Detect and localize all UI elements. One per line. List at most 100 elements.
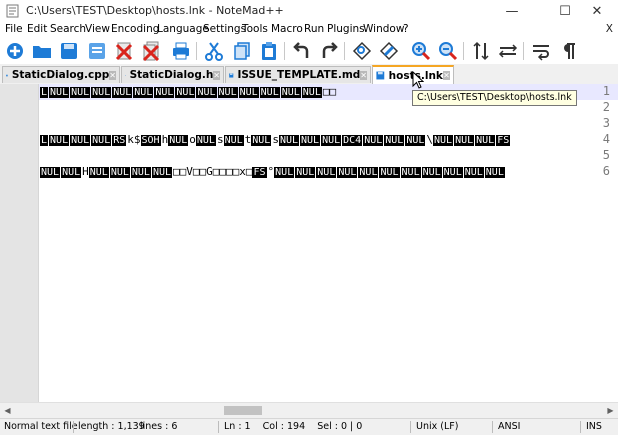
find-icon xyxy=(352,41,372,61)
control-char-token: NUL xyxy=(224,135,244,146)
menu-window[interactable]: Window xyxy=(363,23,404,35)
control-char-token: NUL xyxy=(133,87,153,98)
status-insert-mode: INS xyxy=(586,421,602,432)
close-file-button[interactable] xyxy=(113,40,135,62)
text-token: s xyxy=(217,133,224,146)
control-char-token: NUL xyxy=(196,135,216,146)
code-line[interactable]: NULNULHNULNULNULNUL□□V□□G□□□□x□FS°NULNUL… xyxy=(40,164,618,180)
tab-tooltip: C:\Users\TEST\Desktop\hosts.lnk xyxy=(412,90,577,106)
redo-button[interactable] xyxy=(318,40,340,62)
scrollbar-thumb[interactable] xyxy=(224,406,262,415)
control-char-token: L xyxy=(40,135,48,146)
control-char-token: NUL xyxy=(464,167,484,178)
menu-view[interactable]: View xyxy=(85,23,110,35)
mouse-cursor-icon xyxy=(412,71,424,89)
menu-macro[interactable]: Macro xyxy=(271,23,303,35)
control-char-token: NUL xyxy=(363,135,383,146)
toolbar-separator xyxy=(523,42,524,60)
zoom-out-button[interactable] xyxy=(437,40,459,62)
close-icon: ✕ xyxy=(592,4,603,19)
text-token: □□V□□G□□□□x□ xyxy=(173,165,252,178)
horizontal-scrollbar[interactable]: ◀ ▶ xyxy=(0,402,618,418)
control-char-token: NUL xyxy=(168,135,188,146)
save-all-button[interactable] xyxy=(86,40,108,62)
status-separator xyxy=(580,421,581,433)
menu-help[interactable]: ? xyxy=(403,23,409,35)
print-button[interactable] xyxy=(170,40,192,62)
menu-search[interactable]: Search xyxy=(50,23,86,35)
control-char-token: NUL xyxy=(295,167,315,178)
tab-staticdialog-h[interactable]: StaticDialog.h ✕ xyxy=(121,66,224,83)
saved-file-icon xyxy=(229,70,234,81)
control-char-token: NUL xyxy=(131,167,151,178)
code-line[interactable] xyxy=(40,148,618,164)
open-folder-icon xyxy=(32,41,52,61)
menu-tools[interactable]: Tools xyxy=(242,23,268,35)
control-char-token: NUL xyxy=(89,167,109,178)
tab-staticdialog-cpp[interactable]: StaticDialog.cpp ✕ xyxy=(2,66,120,83)
menu-edit[interactable]: Edit xyxy=(27,23,47,35)
zoom-in-button[interactable] xyxy=(410,40,432,62)
control-char-token: NUL xyxy=(316,167,336,178)
control-char-token: NUL xyxy=(337,167,357,178)
control-char-token: NUL xyxy=(433,135,453,146)
minimize-button[interactable]: — xyxy=(492,0,532,22)
paste-button[interactable] xyxy=(258,40,280,62)
control-char-token: DC4 xyxy=(342,135,362,146)
save-all-icon xyxy=(87,41,107,61)
control-char-token: NUL xyxy=(274,167,294,178)
tab-close-icon[interactable]: ✕ xyxy=(213,71,220,80)
replace-button[interactable] xyxy=(378,40,400,62)
redo-icon xyxy=(319,41,339,61)
status-separator xyxy=(410,421,411,433)
find-button[interactable] xyxy=(351,40,373,62)
notepad-app-icon xyxy=(6,4,20,18)
save-button[interactable] xyxy=(58,40,80,62)
toolbar-separator xyxy=(344,42,345,60)
close-document-x[interactable]: X xyxy=(606,23,613,35)
code-line[interactable]: LNULNULNULRSk$SOHhNULoNULsNULtNULsNULNUL… xyxy=(40,132,618,148)
control-char-token: NUL xyxy=(401,167,421,178)
control-char-token: NUL xyxy=(196,87,216,98)
close-all-button[interactable] xyxy=(140,40,162,62)
control-char-token: NUL xyxy=(61,167,81,178)
tab-issue-template-md[interactable]: ISSUE_TEMPLATE.md ✕ xyxy=(225,66,371,83)
copy-button[interactable] xyxy=(231,40,253,62)
sync-horizontal-button[interactable] xyxy=(497,40,519,62)
cut-icon xyxy=(204,41,224,61)
window-title: C:\Users\TEST\Desktop\hosts.lnk - NoteMa… xyxy=(26,4,284,17)
menu-run[interactable]: Run xyxy=(304,23,324,35)
menu-settings[interactable]: Settings xyxy=(203,23,246,35)
tab-close-icon[interactable]: ✕ xyxy=(360,71,367,80)
saved-file-icon xyxy=(6,70,8,81)
status-bar: Normal text file length : 1,139 lines : … xyxy=(0,418,618,435)
menu-plugins[interactable]: Plugins xyxy=(327,23,365,35)
close-window-button[interactable]: ✕ xyxy=(577,0,617,22)
menu-file[interactable]: File xyxy=(5,23,23,35)
status-file-type: Normal text file xyxy=(4,421,78,432)
tab-close-icon[interactable]: ✕ xyxy=(109,71,116,80)
word-wrap-button[interactable] xyxy=(530,40,552,62)
open-file-button[interactable] xyxy=(31,40,53,62)
close-file-icon xyxy=(114,41,134,61)
undo-button[interactable] xyxy=(291,40,313,62)
control-char-token: NUL xyxy=(485,167,505,178)
cut-button[interactable] xyxy=(203,40,225,62)
status-eol[interactable]: Unix (LF) xyxy=(416,421,458,432)
toolbar xyxy=(0,38,618,64)
tab-label: ISSUE_TEMPLATE.md xyxy=(238,69,361,81)
code-line[interactable] xyxy=(40,116,618,132)
scroll-right-arrow-icon[interactable]: ▶ xyxy=(603,403,618,418)
editor-area[interactable]: 1 2 3 4 5 6 LNULNULNULNULNULNULNULNULNUL… xyxy=(0,84,618,402)
show-all-characters-button[interactable] xyxy=(557,40,579,62)
menu-language[interactable]: Language xyxy=(157,23,209,35)
text-token: □□ xyxy=(323,85,336,98)
scroll-left-arrow-icon[interactable]: ◀ xyxy=(0,403,15,418)
zoom-out-icon xyxy=(438,41,458,61)
control-char-token: NUL xyxy=(218,87,238,98)
menu-encoding[interactable]: Encoding xyxy=(111,23,159,35)
sync-vertical-button[interactable] xyxy=(470,40,492,62)
close-all-icon xyxy=(141,41,161,61)
tab-close-icon[interactable]: ✕ xyxy=(443,71,450,80)
new-file-button[interactable] xyxy=(4,40,26,62)
